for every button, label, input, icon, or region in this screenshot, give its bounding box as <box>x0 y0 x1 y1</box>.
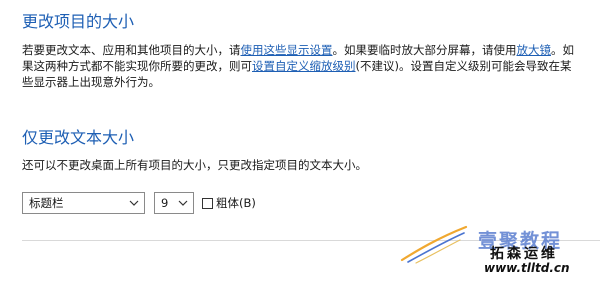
section-title-change-item-size: 更改项目的大小 <box>22 12 135 31</box>
watermark-text: 拓森运维 <box>490 246 558 262</box>
watermark-url: www.tlltd.cn <box>484 261 570 275</box>
description-text: 若要更改文本、应用和其他项目的大小，请 <box>22 43 241 57</box>
bold-checkbox[interactable]: 粗体(B) <box>202 194 256 212</box>
description-text: 。如 <box>551 43 574 57</box>
custom-scaling-link[interactable]: 设置自定义缩放级别 <box>252 59 356 73</box>
checkbox-box[interactable] <box>202 197 213 209</box>
description-text: 。如果要临时放大部分屏幕，请使用 <box>332 43 517 57</box>
font-size-dropdown[interactable]: 9 <box>154 192 194 214</box>
description-line-3: 些显示器上出现意外行为。 <box>22 74 590 90</box>
section-title-change-text-size: 仅更改文本大小 <box>22 128 135 147</box>
section-description-change-text-size: 还可以不更改桌面上所有项目的大小，只更改指定项目的文本大小。 <box>22 157 590 173</box>
chevron-down-icon <box>129 200 139 206</box>
watermark-brush-icon <box>400 225 468 264</box>
description-text: (不建议)。设置自定义级别可能会导致在某 <box>355 59 572 73</box>
item-select-value: 标题栏 <box>29 196 64 210</box>
description-line-1: 若要更改文本、应用和其他项目的大小，请使用这些显示设置。如果要临时放大部分屏幕，… <box>22 42 590 58</box>
description-text: 还可以不更改桌面上所有项目的大小，只更改指定项目的文本大小。 <box>22 158 367 172</box>
display-settings-page: 更改项目的大小 若要更改文本、应用和其他项目的大小，请使用这些显示设置。如果要临… <box>0 0 600 281</box>
description-text: 果这两种方式都不能实现你所要的更改，则可 <box>22 59 252 73</box>
magnifier-link[interactable]: 放大镜 <box>517 43 552 57</box>
description-text: 些显示器上出现意外行为。 <box>22 75 160 89</box>
display-settings-link[interactable]: 使用这些显示设置 <box>241 43 333 57</box>
item-select-dropdown[interactable]: 标题栏 <box>22 192 145 214</box>
font-size-value: 9 <box>161 196 169 210</box>
chevron-down-icon <box>178 200 188 206</box>
description-line-2: 果这两种方式都不能实现你所要的更改，则可设置自定义缩放级别(不建议)。设置自定义… <box>22 58 590 74</box>
section-description-change-item-size: 若要更改文本、应用和其他项目的大小，请使用这些显示设置。如果要临时放大部分屏幕，… <box>22 42 590 90</box>
bold-checkbox-label: 粗体(B) <box>216 196 256 210</box>
